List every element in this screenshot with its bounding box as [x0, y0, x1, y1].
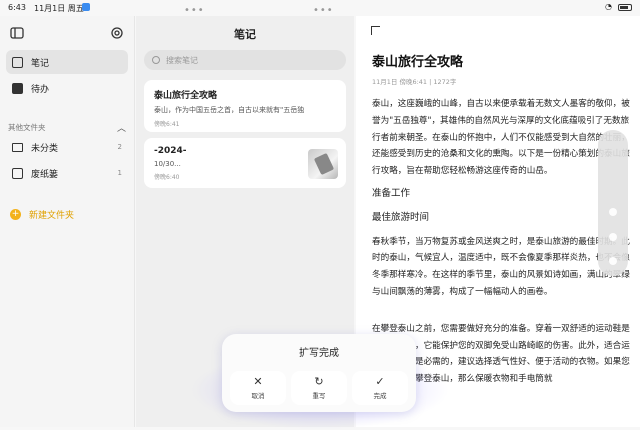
expand-complete-dialog: 扩写完成 ✕ 取消 ↻ 重写 ✓ 完成: [222, 334, 416, 412]
done-button[interactable]: ✓ 完成: [352, 371, 408, 405]
new-folder-button[interactable]: + 新建文件夹: [10, 208, 74, 221]
moon-icon[interactable]: [609, 257, 617, 265]
bell-icon[interactable]: [609, 233, 617, 241]
sidebar-item-label: 待办: [31, 84, 50, 95]
battery-icon: [618, 4, 632, 11]
new-folder-label: 新建文件夹: [29, 211, 75, 221]
checkbox-icon: [12, 82, 23, 94]
floating-control-bar[interactable]: [598, 130, 628, 276]
paragraph: 春秋季节，当万物复苏或金风送爽之时，是泰山旅游的最佳时期。此时的泰山，气候宜人，…: [372, 236, 630, 297]
folder-item-trash[interactable]: 废纸篓 1: [6, 161, 128, 185]
expand-icon[interactable]: [371, 26, 380, 35]
note-time: 傍晚6:41: [154, 121, 180, 128]
folder-label: 废纸篓: [31, 169, 59, 180]
sidebar-toggle-icon[interactable]: [10, 26, 24, 40]
folder-count: 1: [117, 169, 122, 177]
page-title: 笔记: [234, 28, 256, 41]
note-icon: [12, 56, 23, 68]
note-card[interactable]: 泰山旅行全攻略 泰山，作为中国五岳之首，自古以来就有"五岳独 傍晚6:41: [144, 80, 346, 132]
trash-icon: [12, 167, 23, 179]
notification-app-icon: [82, 3, 90, 11]
folder-count: 2: [117, 143, 122, 151]
paragraph: 泰山，这座巍峨的山峰，自古以来便承载着无数文人墨客的敬仰，被誉为"五岳独尊"，其…: [372, 99, 630, 177]
folder-section-header[interactable]: 其他文件夹 ︿: [8, 121, 126, 134]
date: 11月1日 周五: [34, 4, 84, 13]
search-placeholder: 搜索笔记: [166, 55, 198, 65]
check-icon: ✓: [375, 375, 385, 388]
gear-icon[interactable]: [110, 26, 124, 40]
folder-icon: [12, 142, 23, 152]
folder-section-title: 其他文件夹: [8, 123, 46, 132]
note-preview: 泰山，作为中国五岳之首，自古以来就有"五岳独: [154, 106, 305, 114]
sidebar-item-label: 笔记: [31, 58, 50, 69]
rewrite-label: 重写: [312, 392, 326, 400]
note-thumbnail: [308, 149, 338, 179]
chevron-up-icon[interactable]: ︿: [117, 121, 126, 134]
folder-item-uncategorized[interactable]: 未分类 2: [6, 135, 128, 159]
dialog-title: 扩写完成: [299, 348, 339, 359]
sidebar-item-notes[interactable]: 笔记: [6, 50, 128, 74]
note-meta: 11月1日 傍晚6:41 | 1272字: [372, 78, 457, 86]
window-handle-dots[interactable]: •••: [184, 5, 205, 16]
refresh-icon: ↻: [314, 375, 324, 388]
note-card[interactable]: -2024- 10/30... 傍晚6:40: [144, 138, 346, 188]
rewrite-button[interactable]: ↻ 重写: [291, 371, 347, 405]
clock: 6:43: [8, 3, 26, 12]
window-handle-dots[interactable]: •••: [313, 5, 334, 16]
sidebar-item-todo[interactable]: 待办: [6, 76, 128, 100]
section-heading: 准备工作: [372, 187, 411, 199]
plus-icon: +: [10, 209, 21, 220]
brightness-icon[interactable]: [609, 208, 617, 216]
wifi-icon: ◔: [605, 2, 612, 11]
cancel-button[interactable]: ✕ 取消: [230, 371, 286, 405]
done-label: 完成: [373, 392, 387, 400]
note-title: 泰山旅行全攻略: [154, 91, 218, 101]
section-heading: 最佳旅游时间: [372, 211, 430, 223]
note-editor-title[interactable]: 泰山旅行全攻略: [372, 51, 463, 70]
folder-label: 未分类: [31, 143, 59, 154]
cancel-label: 取消: [251, 392, 265, 400]
close-icon: ✕: [253, 375, 263, 388]
search-input[interactable]: 搜索笔记: [144, 50, 346, 70]
search-icon: [152, 56, 160, 64]
sidebar: 笔记 待办 其他文件夹 ︿ 未分类 2 废纸篓 1 + 新建文件夹: [0, 16, 135, 427]
